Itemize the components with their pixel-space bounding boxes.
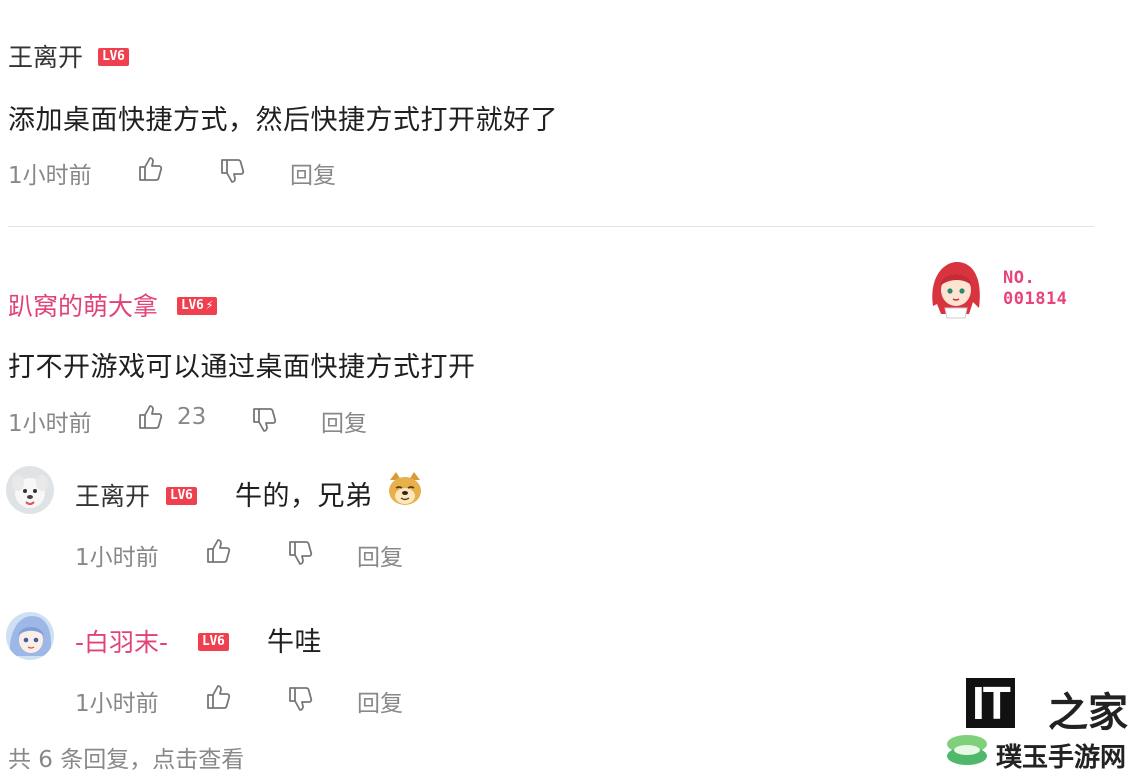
dislike-icon[interactable] [218,156,248,186]
like-icon[interactable] [204,682,234,712]
dislike-icon[interactable] [286,684,316,714]
reply-1-time: 1小时前 [75,545,159,571]
like-icon[interactable] [136,154,166,184]
fan-badge-label: NO. [1003,268,1036,288]
reply-1-content: 牛的，兄弟 [235,481,373,512]
dislike-icon[interactable] [286,538,316,568]
watermark-logo: IT [966,678,1015,728]
reply-2-time: 1小时前 [75,691,159,717]
reply-button[interactable]: 回复 [321,404,367,438]
reply-button[interactable]: 回复 [290,156,336,190]
comment-2-content: 打不开游戏可以通过桌面快捷方式打开 [8,352,476,383]
fan-badge-number: 001814 [1003,289,1068,309]
watermark-logo-script: 之家 [1048,690,1128,736]
reply-1-username[interactable]: 王离开 [75,477,150,513]
dislike-icon[interactable] [250,405,280,435]
reply-button[interactable]: 回复 [357,538,403,572]
reply-button[interactable]: 回复 [357,684,403,718]
like-icon[interactable] [204,536,234,566]
like-icon[interactable] [136,402,166,432]
comment-divider [8,226,1094,227]
reply-2-username[interactable]: -白羽末- [75,623,168,659]
view-all-replies-link[interactable]: 共 6 条回复，点击查看 [8,740,244,774]
fan-badge-avatar [925,258,987,320]
leaf-logo-icon [944,730,990,770]
comment-2-level-badge: LV6 ⚡ [177,294,218,315]
comment-1-time: 1小时前 [8,163,92,189]
like-count: 23 [177,404,207,430]
comment-1-level-badge: LV6 [98,45,129,66]
avatar[interactable] [6,612,54,660]
doge-emoji-icon [386,470,424,508]
reply-2-level-badge: LV6 [198,630,229,651]
comment-2-username[interactable]: 趴窝的萌大拿 [8,287,158,323]
reply-1-level-badge: LV6 [166,484,197,505]
comment-1-content: 添加桌面快捷方式，然后快捷方式打开就好了 [8,105,558,136]
reply-2-content: 牛哇 [267,627,322,658]
avatar[interactable] [6,466,54,514]
comment-1-username[interactable]: 王离开 [8,38,83,74]
watermark-site-name: 璞玉手游网 [996,743,1127,773]
comment-2-time: 1小时前 [8,411,92,437]
